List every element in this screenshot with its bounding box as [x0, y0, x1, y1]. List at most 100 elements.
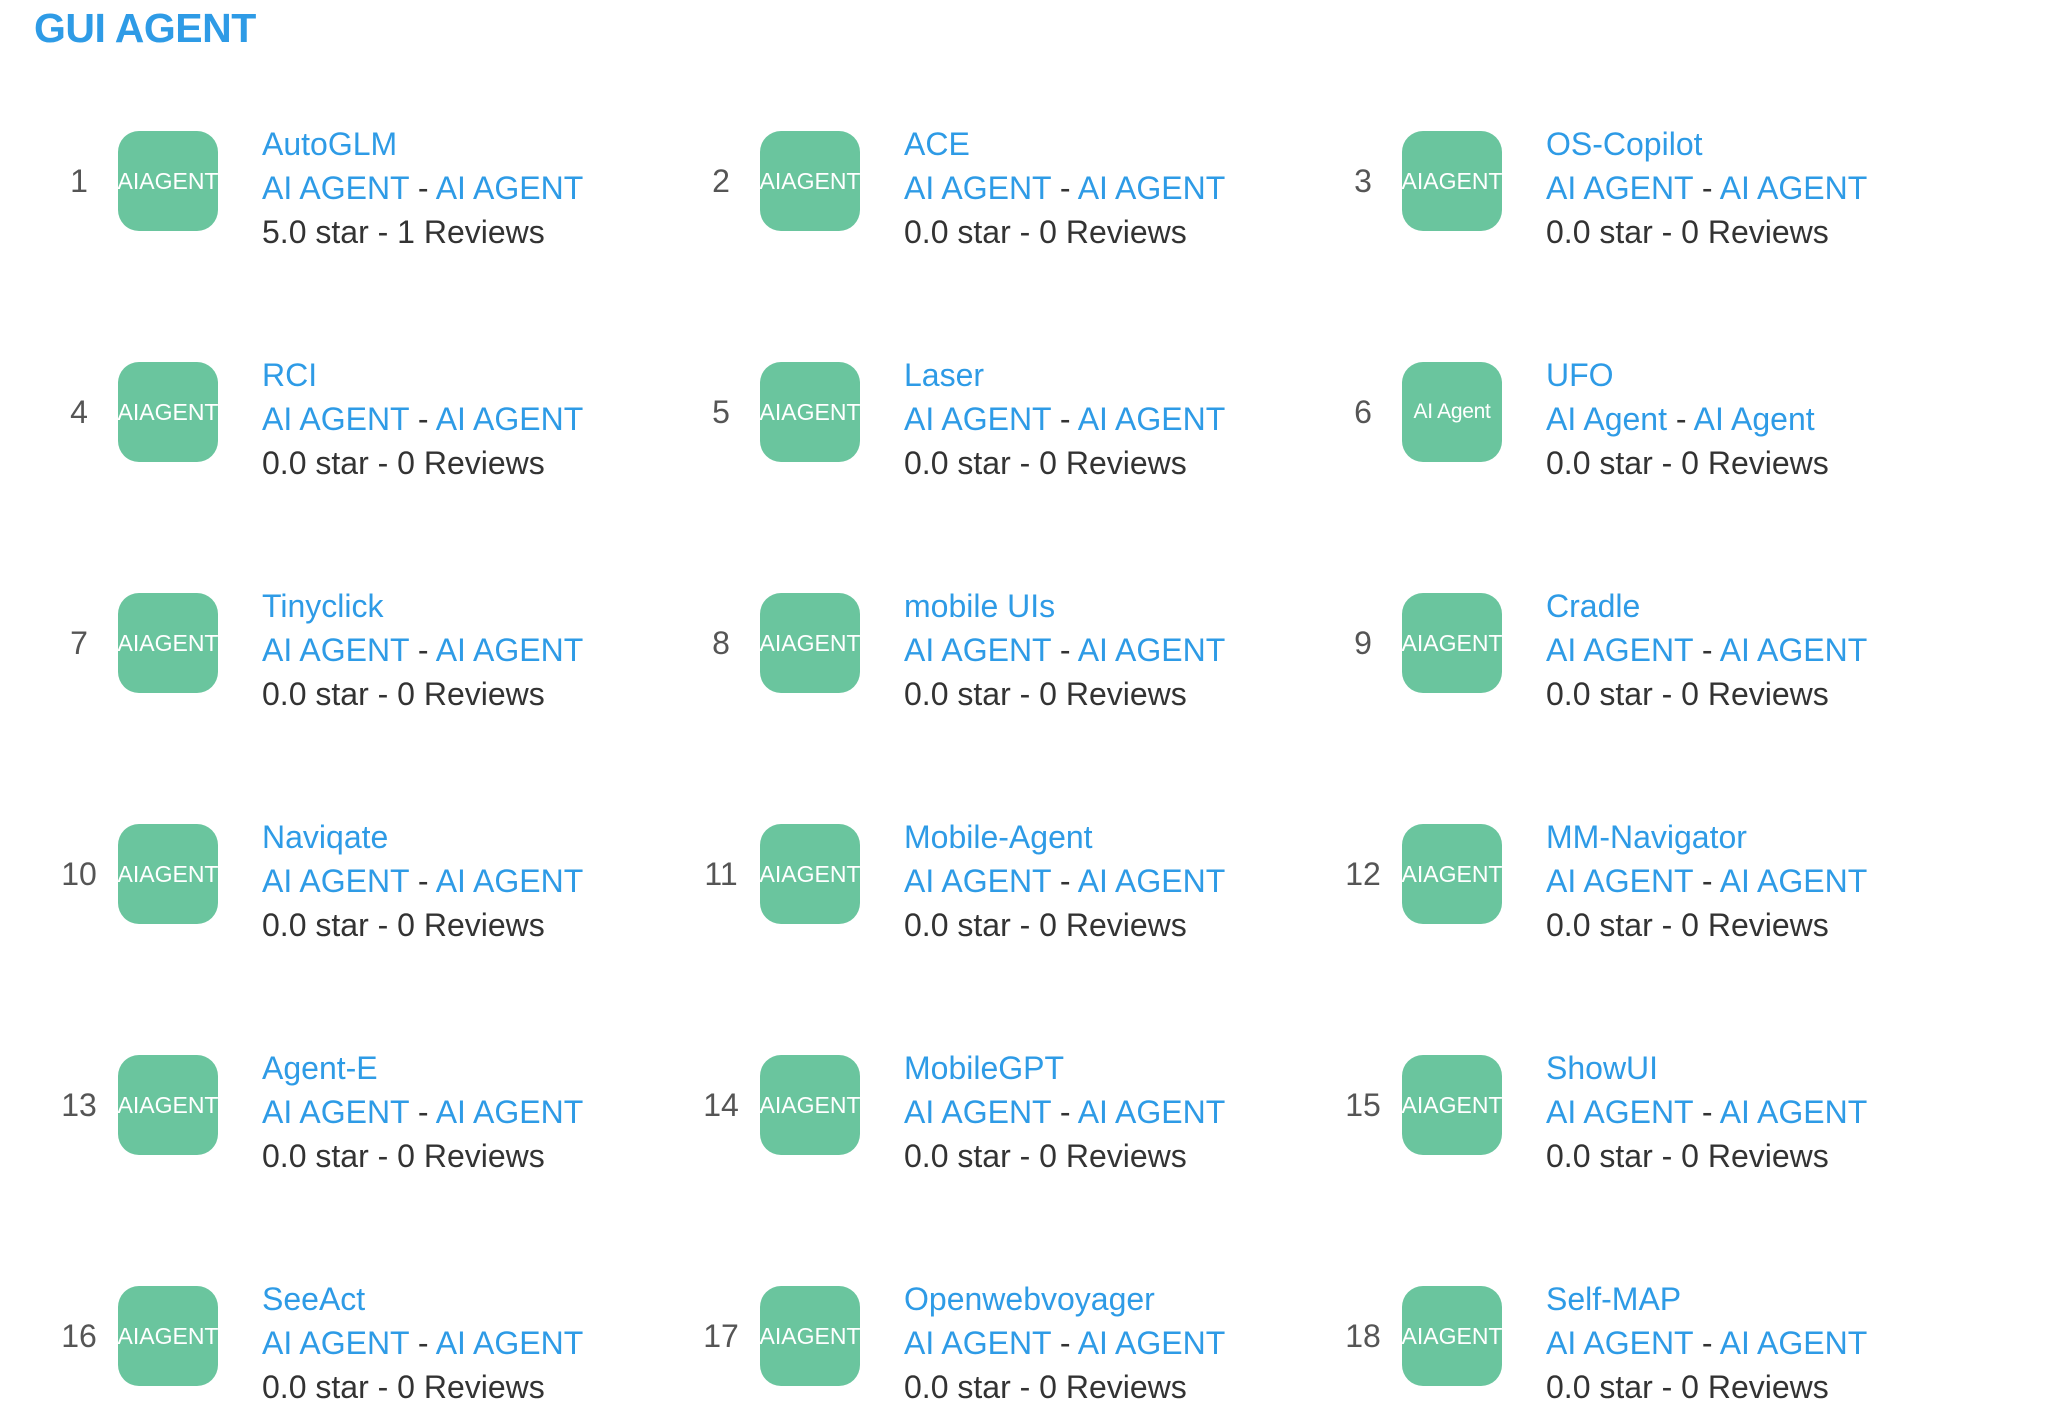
category-link[interactable]: AI AGENT — [1546, 1094, 1693, 1130]
ai-agent-icon[interactable]: AI AGENT — [760, 1055, 860, 1155]
subcategory-link[interactable]: AI AGENT — [1720, 1094, 1868, 1130]
subcategory-link[interactable]: AI AGENT — [1078, 863, 1226, 899]
category-link[interactable]: AI AGENT — [904, 632, 1051, 668]
app-name-link[interactable]: Mobile-Agent — [904, 819, 1093, 855]
icon-label: AI — [117, 1092, 140, 1118]
category-link[interactable]: AI Agent — [1546, 401, 1667, 437]
subcategory-link[interactable]: AI AGENT — [436, 401, 584, 437]
subcategory-link[interactable]: AI AGENT — [1078, 401, 1226, 437]
icon-label: AGENT — [781, 399, 861, 425]
ai-agent-icon[interactable]: AI AGENT — [118, 131, 218, 231]
app-name-link[interactable]: RCI — [262, 357, 317, 393]
app-name-link[interactable]: Laser — [904, 357, 984, 393]
rank-number: 3 — [1354, 162, 1372, 199]
category-link[interactable]: AI AGENT — [904, 863, 1051, 899]
subcategory-link[interactable]: AI AGENT — [436, 863, 584, 899]
ai-agent-icon[interactable]: AI AGENT — [118, 1055, 218, 1155]
subcategory-link[interactable]: AI AGENT — [436, 170, 584, 206]
app-list-item: 18 AI AGENT Self-MAP AI AGENT - AI AGENT … — [1284, 1261, 1904, 1411]
app-list-item: 11 AI AGENT Mobile-Agent AI AGENT - AI AG… — [642, 799, 1262, 949]
ai-agent-icon[interactable]: AI AGENT — [118, 1286, 218, 1386]
rating-text: 0.0 star - 0 Reviews — [1546, 1138, 1829, 1174]
app-name-link[interactable]: Tinyclick — [262, 588, 383, 624]
app-name-link[interactable]: MM-Navigator — [1546, 819, 1747, 855]
ai-agent-icon[interactable]: AI AGENT — [1402, 1055, 1502, 1155]
category-link[interactable]: AI AGENT — [1546, 632, 1693, 668]
category-link[interactable]: AI AGENT — [262, 170, 409, 206]
icon-label: AGENT — [1423, 168, 1503, 194]
icon-label: AGENT — [139, 1092, 219, 1118]
ai-agent-icon[interactable]: AI AGENT — [760, 362, 860, 462]
app-list-item: 16 AI AGENT SeeAct AI AGENT - AI AGENT 0.… — [0, 1261, 620, 1411]
icon-label: AGENT — [139, 1323, 219, 1349]
app-info: ACE AI AGENT - AI AGENT 0.0 star - 0 Rev… — [904, 122, 1264, 254]
ai-agent-icon[interactable]: AI Agent — [1402, 362, 1502, 462]
subcategory-link[interactable]: AI AGENT — [1078, 632, 1226, 668]
app-list-item: 9 AI AGENT Cradle AI AGENT - AI AGENT 0.0… — [1284, 568, 1904, 718]
subcategory-link[interactable]: AI AGENT — [1078, 170, 1226, 206]
category-link[interactable]: AI AGENT — [1546, 170, 1693, 206]
subcategory-link[interactable]: AI AGENT — [1720, 170, 1868, 206]
rating-text: 0.0 star - 0 Reviews — [262, 1369, 545, 1405]
app-name-link[interactable]: MobileGPT — [904, 1050, 1064, 1086]
app-list-item: 7 AI AGENT Tinyclick AI AGENT - AI AGENT … — [0, 568, 620, 718]
rating-text: 0.0 star - 0 Reviews — [1546, 676, 1829, 712]
app-name-link[interactable]: ACE — [904, 126, 970, 162]
app-name-link[interactable]: Openwebvoyager — [904, 1281, 1155, 1317]
app-info: Naviqate AI AGENT - AI AGENT 0.0 star - … — [262, 815, 622, 947]
subcategory-link[interactable]: AI AGENT — [436, 1094, 584, 1130]
category-link[interactable]: AI AGENT — [262, 863, 409, 899]
ai-agent-icon[interactable]: AI AGENT — [760, 131, 860, 231]
category-link[interactable]: AI AGENT — [904, 401, 1051, 437]
app-name-link[interactable]: Agent-E — [262, 1050, 378, 1086]
app-name-link[interactable]: AutoGLM — [262, 126, 397, 162]
icon-label: AI — [759, 1092, 782, 1118]
category-separator: - — [417, 632, 429, 668]
app-name-link[interactable]: OS-Copilot — [1546, 126, 1703, 162]
ai-agent-icon[interactable]: AI AGENT — [760, 1286, 860, 1386]
ai-agent-icon[interactable]: AI AGENT — [1402, 593, 1502, 693]
subcategory-link[interactable]: AI AGENT — [1078, 1094, 1226, 1130]
app-name-link[interactable]: ShowUI — [1546, 1050, 1658, 1086]
app-name-link[interactable]: UFO — [1546, 357, 1614, 393]
app-name-link[interactable]: SeeAct — [262, 1281, 365, 1317]
subcategory-link[interactable]: AI AGENT — [1720, 863, 1868, 899]
app-list-item: 5 AI AGENT Laser AI AGENT - AI AGENT 0.0 … — [642, 337, 1262, 487]
subcategory-link[interactable]: AI Agent — [1694, 401, 1815, 437]
ai-agent-icon[interactable]: AI AGENT — [118, 593, 218, 693]
app-info: SeeAct AI AGENT - AI AGENT 0.0 star - 0 … — [262, 1277, 622, 1409]
rating-text: 0.0 star - 0 Reviews — [1546, 907, 1829, 943]
app-name-link[interactable]: Naviqate — [262, 819, 388, 855]
category-link[interactable]: AI AGENT — [904, 1325, 1051, 1361]
subcategory-link[interactable]: AI AGENT — [1078, 1325, 1226, 1361]
category-link[interactable]: AI AGENT — [1546, 1325, 1693, 1361]
ai-agent-icon[interactable]: AI AGENT — [1402, 131, 1502, 231]
subcategory-link[interactable]: AI AGENT — [436, 632, 584, 668]
subcategory-link[interactable]: AI AGENT — [436, 1325, 584, 1361]
category-link[interactable]: AI AGENT — [262, 401, 409, 437]
ai-agent-icon[interactable]: AI AGENT — [118, 824, 218, 924]
app-name-link[interactable]: Self-MAP — [1546, 1281, 1681, 1317]
ai-agent-icon[interactable]: AI AGENT — [118, 362, 218, 462]
icon-label: AI — [759, 168, 782, 194]
category-link[interactable]: AI AGENT — [262, 1325, 409, 1361]
rating-text: 0.0 star - 0 Reviews — [904, 676, 1187, 712]
ai-agent-icon[interactable]: AI AGENT — [1402, 824, 1502, 924]
app-name-link[interactable]: mobile UIs — [904, 588, 1055, 624]
category-link[interactable]: AI AGENT — [262, 632, 409, 668]
ai-agent-icon[interactable]: AI AGENT — [1402, 1286, 1502, 1386]
rank-number: 9 — [1354, 624, 1372, 661]
app-info: Mobile-Agent AI AGENT - AI AGENT 0.0 sta… — [904, 815, 1264, 947]
category-link[interactable]: AI AGENT — [904, 1094, 1051, 1130]
ai-agent-icon[interactable]: AI AGENT — [760, 824, 860, 924]
subcategory-link[interactable]: AI AGENT — [1720, 1325, 1868, 1361]
category-link[interactable]: AI AGENT — [1546, 863, 1693, 899]
category-link[interactable]: AI AGENT — [904, 170, 1051, 206]
subcategory-link[interactable]: AI AGENT — [1720, 632, 1868, 668]
ai-agent-icon[interactable]: AI AGENT — [760, 593, 860, 693]
rating-text: 0.0 star - 0 Reviews — [262, 676, 545, 712]
category-separator: - — [417, 170, 429, 206]
app-name-link[interactable]: Cradle — [1546, 588, 1640, 624]
category-link[interactable]: AI AGENT — [262, 1094, 409, 1130]
rank-number: 2 — [712, 162, 730, 199]
